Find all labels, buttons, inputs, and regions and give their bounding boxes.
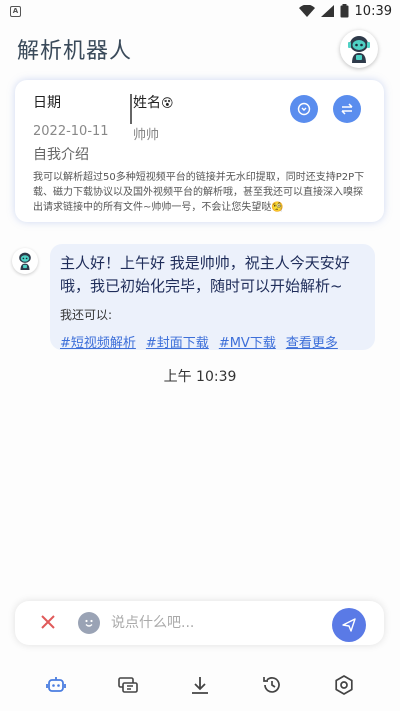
link-short-video[interactable]: #短视频解析 xyxy=(60,332,136,351)
tab-robot[interactable] xyxy=(36,667,76,703)
chat-timestamp: 上午 10:39 xyxy=(163,369,237,385)
history-icon xyxy=(263,677,280,693)
card-divider xyxy=(130,94,132,124)
close-icon[interactable] xyxy=(39,613,57,631)
robot-icon xyxy=(19,252,31,270)
app-notification-icon: A xyxy=(10,5,21,17)
send-button[interactable] xyxy=(332,608,366,642)
link-cover-download[interactable]: #封面下载 xyxy=(146,332,209,351)
tab-history[interactable] xyxy=(252,667,292,703)
intro-title: 自我介绍 xyxy=(33,147,89,163)
date-value: 2022-10-11 xyxy=(33,124,109,139)
robot-icon xyxy=(46,677,66,692)
chat-bot-avatar xyxy=(12,248,38,274)
chat-sub-label: 我还可以: xyxy=(60,308,113,322)
input-bar xyxy=(15,601,384,645)
name-label: 姓名 xyxy=(133,95,161,111)
smile-icon xyxy=(85,619,93,627)
link-mv-download[interactable]: #MV下载 xyxy=(219,332,276,351)
settings-icon xyxy=(335,675,353,695)
bot-avatar-button[interactable] xyxy=(340,30,378,68)
swap-button[interactable] xyxy=(333,95,361,123)
signal-icon xyxy=(320,5,334,17)
wifi-icon xyxy=(298,5,315,17)
dizzy-emoji-icon: 😵 xyxy=(161,96,174,110)
bottom-tab-bar xyxy=(0,666,400,704)
chat-message: 主人好！上午好 我是帅帅，祝主人今天安好哦，我已初始化完毕，随时可以开始解析~ xyxy=(60,254,350,295)
name-column: 姓名😵 帅帅 xyxy=(133,92,174,143)
swap-icon xyxy=(341,103,353,115)
name-value: 帅帅 xyxy=(133,128,160,143)
send-icon xyxy=(342,618,356,632)
status-bar: A 10:39 xyxy=(0,0,400,22)
media-icon xyxy=(118,677,138,693)
tab-media[interactable] xyxy=(108,667,148,703)
refresh-button[interactable] xyxy=(290,95,318,123)
profile-card: 日期 2022-10-11 姓名😵 帅帅 自我介绍 我可以解析超过50多种短视频… xyxy=(15,80,384,222)
link-view-more[interactable]: 查看更多 xyxy=(286,332,338,351)
app-title: 解析机器人 xyxy=(17,39,133,64)
status-time: 10:39 xyxy=(354,3,392,19)
download-icon xyxy=(192,677,208,694)
message-input[interactable] xyxy=(111,611,311,635)
refresh-icon xyxy=(297,102,311,116)
chat-bubble: 主人好！上午好 我是帅帅，祝主人今天安好哦，我已初始化完毕，随时可以开始解析~ … xyxy=(50,244,375,351)
tab-download[interactable] xyxy=(180,667,220,703)
date-column: 日期 2022-10-11 xyxy=(33,92,109,139)
date-label: 日期 xyxy=(33,95,61,111)
tab-settings[interactable] xyxy=(324,667,364,703)
robot-icon xyxy=(348,36,370,63)
quick-links: #短视频解析 #封面下载 #MV下载 查看更多 xyxy=(60,332,365,351)
app-bar: 解析机器人 xyxy=(0,24,400,74)
battery-icon xyxy=(340,4,349,18)
emoji-button[interactable] xyxy=(78,612,100,634)
intro-text: 我可以解析超过50多种短视频平台的链接并无水印提取，同时还支持P2P下载、磁力下… xyxy=(33,172,365,213)
